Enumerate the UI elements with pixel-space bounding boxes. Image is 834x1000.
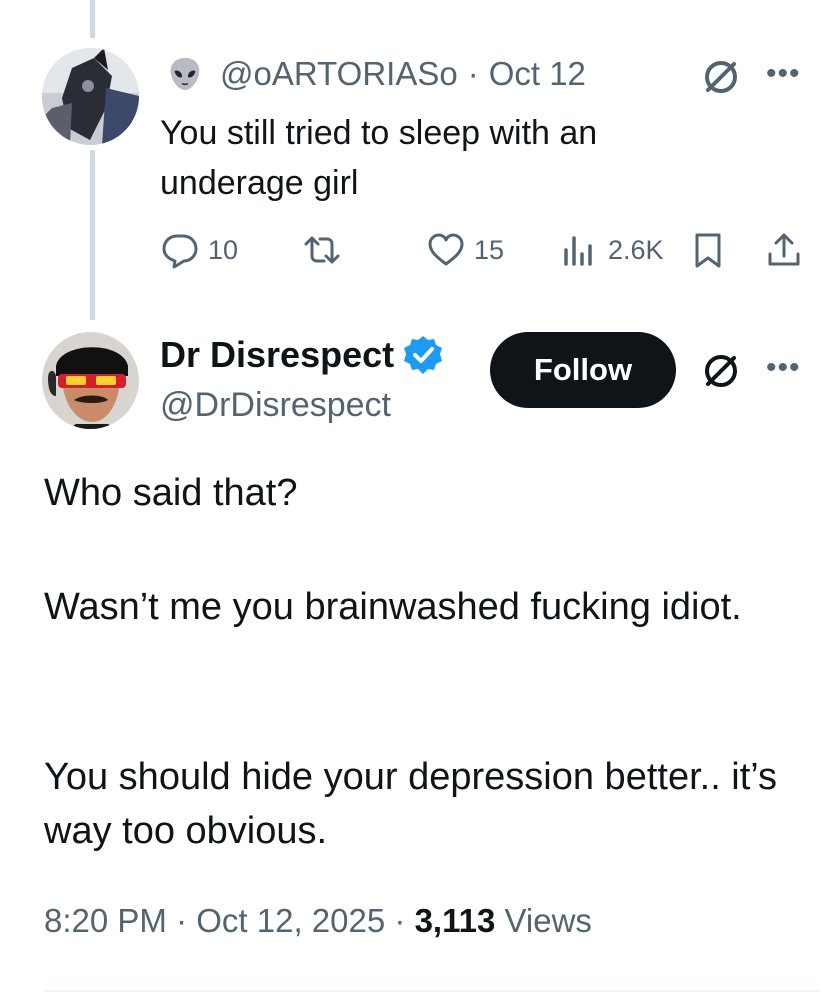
tweet-time[interactable]: 8:20 PM <box>44 902 167 939</box>
author-handle[interactable]: @DrDisrespect <box>160 386 391 425</box>
like-button[interactable]: 15 <box>426 230 504 270</box>
thread-line-connector <box>90 150 95 320</box>
tweet-paragraph: Wasn’t me you brainwashed fucking idiot. <box>44 586 742 628</box>
tweet-paragraph: You should hide your depression better..… <box>44 756 778 852</box>
reply-handle[interactable]: @oARTORIASo <box>220 55 458 93</box>
share-icon <box>768 233 800 266</box>
tweet-date[interactable]: Oct 12, 2025 <box>196 902 385 939</box>
bookmark-icon <box>695 233 721 268</box>
bookmark-button[interactable] <box>688 230 728 270</box>
follow-button[interactable]: Follow <box>490 332 676 408</box>
grok-icon[interactable] <box>700 56 742 98</box>
reply-icon <box>162 234 198 269</box>
repost-icon <box>304 236 340 264</box>
meta-separator: · <box>176 902 188 939</box>
author-avatar[interactable] <box>42 332 139 429</box>
views-button[interactable]: 2.6K <box>560 230 664 270</box>
tweet-paragraph: Who said that? <box>44 472 298 514</box>
author-display-name[interactable]: Dr Disrespect <box>160 334 394 376</box>
repost-button[interactable] <box>302 230 342 270</box>
share-button[interactable] <box>764 230 804 270</box>
more-icon[interactable]: ••• <box>766 353 801 383</box>
reply-avatar[interactable] <box>42 48 139 145</box>
views-count: 2.6K <box>608 234 664 265</box>
views-count: 3,113 <box>414 902 496 939</box>
author-name[interactable]: Dr Disrespect <box>160 334 444 376</box>
like-icon <box>428 233 464 266</box>
tweet-meta: 8:20 PM · Oct 12, 2025 · 3,113 Views <box>44 902 592 940</box>
views-icon <box>564 236 592 266</box>
alien-emoji-icon <box>170 57 200 91</box>
reply-date[interactable]: Oct 12 <box>489 55 586 93</box>
reply-count: 10 <box>208 234 239 265</box>
views-label: Views <box>504 902 592 939</box>
grok-icon[interactable] <box>700 350 742 392</box>
divider <box>44 990 820 992</box>
reply-header: @oARTORIASo · Oct 12 <box>166 54 586 94</box>
reply-button[interactable]: 10 <box>160 230 238 270</box>
reply-action-bar: 10 15 2.6K <box>160 226 820 280</box>
reply-separator: · <box>467 55 479 92</box>
reply-text: You still tried to sleep with an underag… <box>160 114 598 202</box>
thread-line-top <box>90 0 95 38</box>
verified-badge-icon[interactable] <box>402 334 444 376</box>
like-count: 15 <box>474 234 505 265</box>
meta-separator: · <box>394 902 406 939</box>
more-icon[interactable]: ••• <box>766 59 801 89</box>
